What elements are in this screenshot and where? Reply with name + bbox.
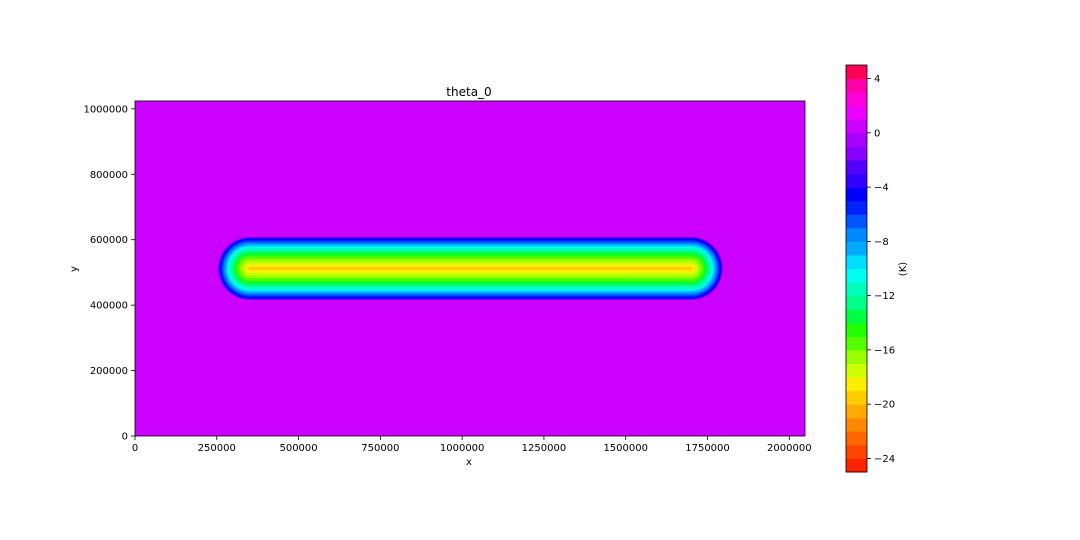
- colorbar-segment: [846, 349, 867, 364]
- x-tick-label: 750000: [361, 443, 399, 454]
- figure: theta_0 0 250000 500000 750000 1000000 125000…: [69, 64, 909, 473]
- colorbar-segment: [846, 390, 867, 405]
- colorbar-tick-label: −24: [874, 454, 895, 465]
- anomaly-band: [216, 235, 724, 302]
- y-axis-label: y: [69, 266, 80, 272]
- colorbar-segment: [846, 404, 867, 419]
- plot-area: [134, 100, 806, 437]
- y-tick-label: 0: [122, 432, 128, 443]
- colorbar-segment: [846, 431, 867, 446]
- x-tick-label: 1750000: [685, 443, 730, 454]
- colorbar-segment: [846, 309, 867, 324]
- colorbar-tick-label: −12: [874, 291, 895, 302]
- chart-title: theta_0: [446, 85, 491, 99]
- colorbar-tick-label: −8: [874, 237, 889, 248]
- x-tick-label: 2000000: [767, 443, 812, 454]
- colorbar-segment: [846, 268, 867, 283]
- colorbar-segment: [846, 417, 867, 432]
- x-tick-label: 1000000: [440, 443, 485, 454]
- colorbar-segment: [846, 227, 867, 242]
- x-tick-label: 500000: [279, 443, 317, 454]
- colorbar-segment: [846, 241, 867, 256]
- colorbar-segment: [846, 254, 867, 269]
- y-tick-label: 400000: [90, 301, 128, 312]
- y-axis: 0 200000 400000 600000 800000 1000000: [83, 104, 135, 443]
- colorbar-tick-label: −20: [874, 400, 895, 411]
- colorbar-tick-label: 4: [874, 74, 880, 85]
- x-tick-label: 1250000: [522, 443, 567, 454]
- colorbar-segment: [846, 295, 867, 310]
- colorbar-segment: [846, 336, 867, 351]
- colorbar: −24 −20 −16 −12 −8 −4 0 4: [845, 64, 895, 473]
- colorbar-segment: [846, 173, 867, 188]
- y-tick-label: 1000000: [83, 104, 128, 115]
- colorbar-segment: [846, 132, 867, 147]
- colorbar-segment: [846, 119, 867, 134]
- x-tick-label: 0: [132, 443, 138, 454]
- y-tick-label: 600000: [90, 235, 128, 246]
- x-axis-label: x: [466, 457, 472, 468]
- colorbar-tick-label: 0: [874, 128, 880, 139]
- colorbar-segment: [846, 187, 867, 202]
- anomaly-contour: [248, 267, 693, 270]
- x-tick-label: 1500000: [603, 443, 648, 454]
- colorbar-segment: [846, 444, 867, 459]
- colorbar-segment: [846, 200, 867, 215]
- colorbar-tick-label: −16: [874, 345, 895, 356]
- x-tick-label: 250000: [198, 443, 236, 454]
- colorbar-segment: [846, 322, 867, 337]
- colorbar-segment: [846, 92, 867, 107]
- colorbar-segment: [846, 214, 867, 229]
- colorbar-label: (K): [898, 262, 909, 276]
- colorbar-segment: [846, 146, 867, 161]
- colorbar-segment: [846, 105, 867, 120]
- colorbar-segment: [846, 363, 867, 378]
- colorbar-segment: [846, 282, 867, 297]
- colorbar-segment: [846, 159, 867, 175]
- colorbar-segment: [846, 458, 867, 473]
- y-tick-label: 800000: [90, 170, 128, 181]
- x-axis: 0 250000 500000 750000 1000000 1250000 1500000…: [132, 436, 812, 454]
- colorbar-segment: [846, 377, 867, 392]
- colorbar-segment: [846, 65, 867, 80]
- colorbar-segment: [846, 78, 867, 93]
- colorbar-tick-label: −4: [874, 183, 889, 194]
- y-tick-label: 200000: [90, 366, 128, 377]
